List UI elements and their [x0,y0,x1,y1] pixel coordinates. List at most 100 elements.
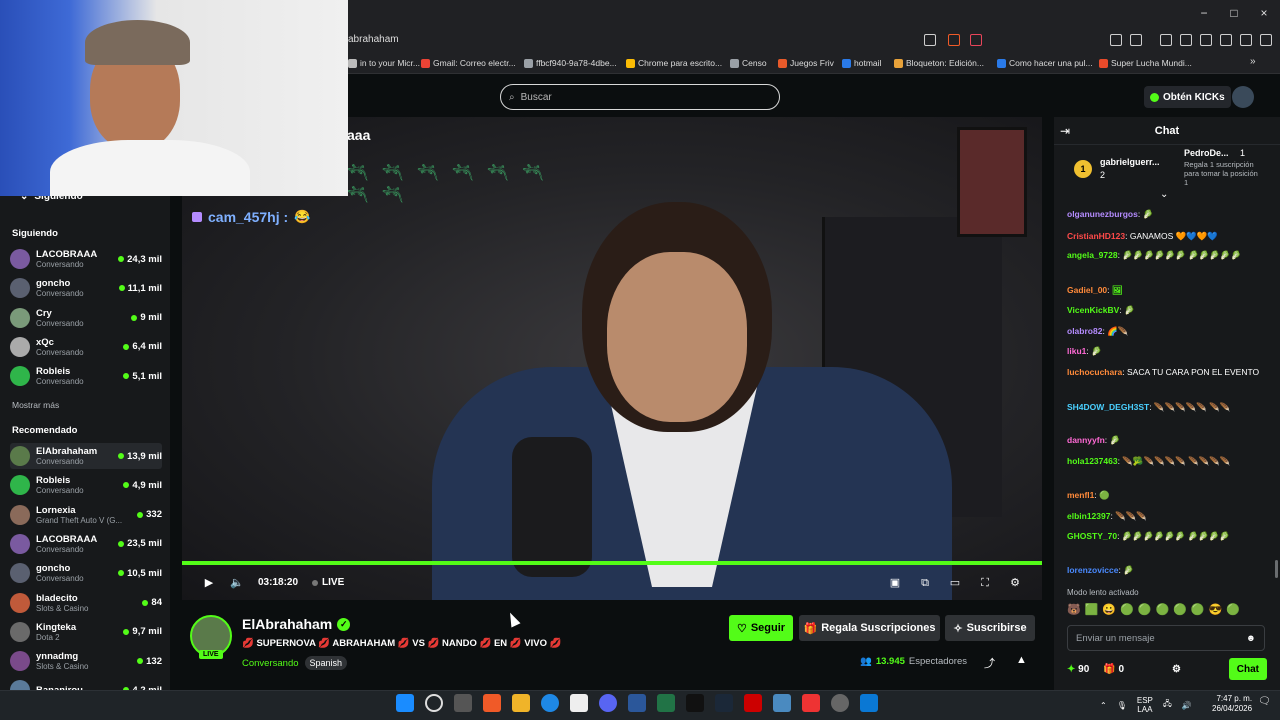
emoji-icon[interactable]: ☻ [1246,633,1256,644]
pip-icon[interactable]: ▣ [888,576,902,590]
network-icon[interactable]: 🖧 [1163,698,1172,712]
bookmark-item[interactable]: Censo [730,58,767,68]
maximize-button[interactable]: □ [1224,6,1244,20]
app-icon[interactable] [744,694,762,712]
chat-username[interactable]: elbin12397 [1067,511,1110,521]
sidebar-channel-item[interactable]: goncho Conversando 11,1 mil [10,275,162,301]
chat-username[interactable]: olabro82 [1067,326,1102,336]
bookmarks-overflow-icon[interactable]: » [1250,56,1256,67]
channel-name[interactable]: ElAbrahaham ✓ [242,616,351,632]
bookmark-item[interactable]: ffbcf940-9a78-4dbe... [524,58,617,68]
chat-username[interactable]: olganunezburgos [1067,209,1138,219]
extension-icon[interactable] [1130,34,1142,46]
sidebar-channel-item[interactable]: Kingteka Dota 2 9,7 mil [10,619,162,645]
show-more-link[interactable]: Mostrar más [12,400,59,410]
chat-input[interactable]: Enviar un mensaje ☻ [1067,625,1265,651]
bookmark-item[interactable]: Chrome para escrito... [626,58,722,68]
tiktok-icon[interactable] [686,694,704,712]
mic-icon[interactable]: 🎙 [1117,701,1127,710]
app-icon[interactable] [773,694,791,712]
notification-icon[interactable]: 🗨 [1258,696,1271,707]
fullscreen-icon[interactable]: ⛶ [978,576,992,590]
clip-icon[interactable]: ⧉ [918,576,932,590]
chat-scrollbar[interactable] [1275,560,1278,578]
sidebar-channel-item[interactable]: Lornexia Grand Theft Auto V (G... 332 [10,502,162,528]
app-icon[interactable] [802,694,820,712]
sidebar-channel-item[interactable]: Cry Conversando 9 mil [10,305,162,331]
taskbar-clock[interactable]: 7:47 p. m. 26/04/2026 [1212,694,1252,714]
emote-quickbar[interactable]: 🐻🟩😀🟢🟢🟢🟢🟢😎🟢 [1067,603,1244,616]
bookmark-item[interactable]: in to your Micr... [348,58,420,68]
share-icon[interactable] [924,34,936,46]
expand-leaderboard-icon[interactable]: ⌄ [1160,189,1168,200]
bookmark-item[interactable]: Super Lucha Mundi... [1099,58,1192,68]
sidebar-channel-item[interactable]: LACOBRAAA Conversando 24,3 mil [10,246,162,272]
sidebar-channel-item[interactable]: LACOBRAAA Conversando 23,5 mil [10,531,162,557]
minimize-button[interactable]: − [1194,6,1214,20]
language-tag[interactable]: Spanish [304,656,348,670]
share-stream-icon[interactable]: ⤴ [984,655,995,671]
excel-icon[interactable] [657,694,675,712]
edge-icon[interactable] [541,694,559,712]
sidebar-channel-item[interactable]: goncho Conversando 10,5 mil [10,560,162,586]
chat-username[interactable]: Gadiel_00 [1067,285,1107,295]
brave-shield-icon[interactable] [948,34,960,46]
word-icon[interactable] [628,694,646,712]
store-icon[interactable] [570,694,588,712]
chat-settings-icon[interactable]: ⚙ [1172,664,1181,675]
chat-username[interactable]: liku1 [1067,346,1086,356]
wallet-icon[interactable] [1200,34,1212,46]
url-text[interactable]: abrahaham [348,34,399,45]
bookmark-item[interactable]: Gmail: Correo electr... [421,58,516,68]
bookmark-item[interactable]: Bloqueton: Edición... [894,58,984,68]
search-input[interactable]: ⌕ Buscar [500,84,780,110]
chat-username[interactable]: SH4DOW_DEGH3ST [1067,402,1149,412]
chat-username[interactable]: dannyyfn [1067,435,1105,445]
chat-username[interactable]: angela_9728 [1067,250,1118,260]
subscribe-button[interactable]: ✧ Suscribirse [945,615,1035,641]
brave-rewards-icon[interactable] [970,34,982,46]
windows-start-icon[interactable] [396,694,414,712]
gift-subs-button[interactable]: 🎁 Regala Suscripciones [799,615,940,641]
extension-icon[interactable] [1110,34,1122,46]
chat-username[interactable]: CristianHD123 [1067,231,1125,241]
theater-mode-icon[interactable]: ▭ [948,576,962,590]
chat-send-button[interactable]: Chat [1228,658,1267,680]
chat-username[interactable]: luchocuchara [1067,367,1122,377]
steam-icon[interactable] [715,694,733,712]
sidebar-channel-item[interactable]: ynnadmg Slots & Casino 132 [10,648,162,674]
menu-icon[interactable] [1260,34,1272,46]
category-link[interactable]: Conversando [242,658,299,669]
chat-username[interactable]: hola1237463 [1067,456,1118,466]
follow-button[interactable]: ♡ Seguir [729,615,793,641]
report-icon[interactable]: ▲ [1016,654,1027,666]
chat-username[interactable]: menfl1 [1067,490,1094,500]
chat-username[interactable]: GHOSTY_70 [1067,531,1117,541]
taskbar-search-icon[interactable] [425,694,443,712]
second-gifter-name[interactable]: PedroDe... [1184,148,1229,158]
get-kicks-button[interactable]: Obtén KICKs [1144,86,1231,108]
gift-count[interactable]: 🎁 0 [1103,664,1124,675]
discord-icon[interactable] [599,694,617,712]
bookmark-item[interactable]: Juegos Friv [778,58,834,68]
sidebar-channel-item[interactable]: xQc Conversando 6,4 mil [10,334,162,360]
leo-icon[interactable] [1220,34,1232,46]
user-avatar[interactable] [1232,86,1254,108]
sidebar-channel-item[interactable]: bladecito Slots & Casino 84 [10,590,162,616]
sidebar-channel-item[interactable]: Robleis Conversando 5,1 mil [10,363,162,389]
language-indicator[interactable]: ESP LAA [1137,696,1153,714]
file-explorer-icon[interactable] [512,694,530,712]
volume-icon[interactable]: 🔈 [230,576,244,590]
sidebar-icon[interactable] [1180,34,1192,46]
play-icon[interactable]: ▶ [202,576,216,590]
settings-gear-icon[interactable]: ⚙ [1008,576,1022,590]
chat-username[interactable]: lorenzovicce [1067,565,1119,575]
chat-username[interactable]: VicenKickBV [1067,305,1119,315]
sidebar-channel-item[interactable]: ElAbrahaham Conversando 13,9 mil [10,443,162,469]
app-icon[interactable] [831,694,849,712]
bookmark-item[interactable]: hotmail [842,58,881,68]
sidebar-channel-item[interactable]: Robleis Conversando 4,9 mil [10,472,162,498]
top-gifter-name[interactable]: gabrielguerr... [1100,157,1160,167]
points[interactable]: ✦ 90 [1067,664,1089,675]
close-window-button[interactable]: × [1254,6,1274,20]
